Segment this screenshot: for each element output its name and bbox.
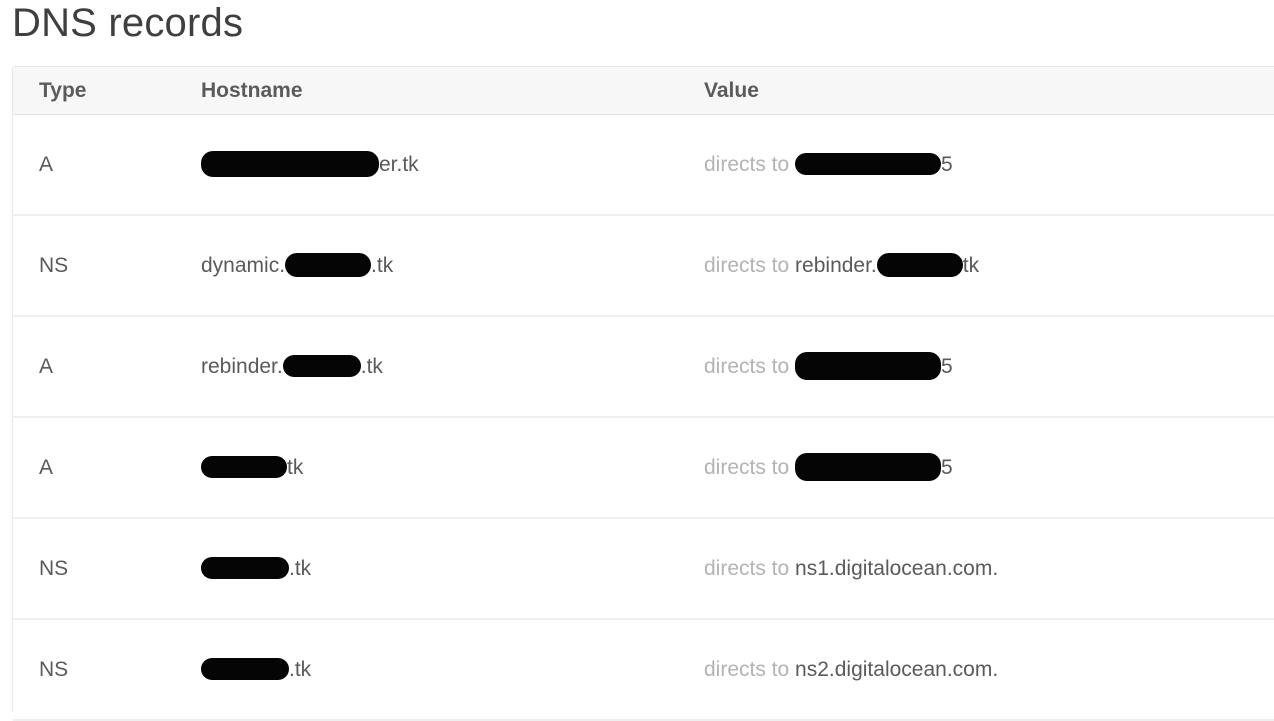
- record-hostname: .tk: [201, 620, 311, 719]
- dns-records-table: Type Hostname Value A er.tk directs to 5…: [12, 66, 1274, 721]
- redaction-mark: [795, 352, 942, 381]
- redaction-mark: [201, 456, 287, 479]
- column-header-hostname: Hostname: [201, 79, 303, 102]
- record-value: directs to 5: [704, 418, 953, 517]
- record-value: directs to rebinder. tk: [704, 216, 979, 315]
- record-type: A: [39, 153, 54, 176]
- hostname-suffix: tk: [287, 456, 304, 479]
- directs-to-label: directs to: [704, 153, 790, 176]
- record-value: directs to 5: [704, 115, 953, 214]
- record-hostname: .tk: [201, 519, 311, 618]
- record-hostname: dynamic. .tk: [201, 216, 393, 315]
- record-type: NS: [39, 557, 69, 580]
- table-row[interactable]: A rebinder. .tk directs to 5: [13, 317, 1274, 418]
- hostname-prefix: rebinder.: [201, 355, 283, 378]
- hostname-prefix: dynamic.: [201, 254, 286, 277]
- page-title: DNS records: [12, 1, 244, 45]
- hostname-suffix: .tk: [371, 254, 394, 277]
- redaction-mark: [201, 658, 289, 681]
- directs-to-label: directs to: [704, 557, 790, 580]
- redaction-mark: [282, 355, 361, 378]
- directs-to-label: directs to: [704, 254, 790, 277]
- redaction-mark: [285, 253, 372, 278]
- hostname-suffix: er.tk: [379, 153, 419, 176]
- record-type: NS: [39, 254, 69, 277]
- table-row[interactable]: NS dynamic. .tk directs to rebinder. tk: [13, 216, 1274, 317]
- hostname-suffix: .tk: [360, 355, 383, 378]
- value-prefix: ns2.digitalocean.com.: [795, 658, 999, 681]
- redaction-mark: [795, 453, 942, 482]
- directs-to-label: directs to: [704, 456, 790, 479]
- redaction-mark: [201, 557, 289, 580]
- column-header-type: Type: [39, 79, 87, 102]
- record-hostname: er.tk: [201, 115, 419, 214]
- table-header: Type Hostname Value: [13, 67, 1274, 115]
- table-row[interactable]: NS .tk directs to ns1.digitalocean.com.: [13, 519, 1274, 620]
- value-prefix: rebinder.: [795, 254, 877, 277]
- record-value: directs to 5: [704, 317, 953, 416]
- value-suffix: 5: [941, 355, 953, 378]
- record-type: A: [39, 355, 54, 378]
- record-type: NS: [39, 658, 69, 681]
- table-row[interactable]: A er.tk directs to 5: [13, 115, 1274, 216]
- record-hostname: tk: [201, 418, 303, 517]
- directs-to-label: directs to: [704, 658, 790, 681]
- table-row[interactable]: A tk directs to 5: [13, 418, 1274, 519]
- record-hostname: rebinder. .tk: [201, 317, 383, 416]
- record-value: directs to ns1.digitalocean.com.: [704, 519, 998, 618]
- value-suffix: 5: [941, 456, 953, 479]
- hostname-suffix: .tk: [289, 658, 312, 681]
- redaction-mark: [201, 151, 379, 178]
- redaction-mark: [795, 153, 942, 176]
- table-row[interactable]: NS .tk directs to ns2.digitalocean.com.: [13, 620, 1274, 721]
- column-header-value: Value: [704, 79, 759, 102]
- record-value: directs to ns2.digitalocean.com.: [704, 620, 998, 719]
- redaction-mark: [876, 253, 963, 278]
- directs-to-label: directs to: [704, 355, 790, 378]
- value-suffix: tk: [962, 254, 980, 277]
- value-suffix: 5: [941, 153, 953, 176]
- value-prefix: ns1.digitalocean.com.: [795, 557, 999, 580]
- record-type: A: [39, 456, 54, 479]
- hostname-suffix: .tk: [289, 557, 312, 580]
